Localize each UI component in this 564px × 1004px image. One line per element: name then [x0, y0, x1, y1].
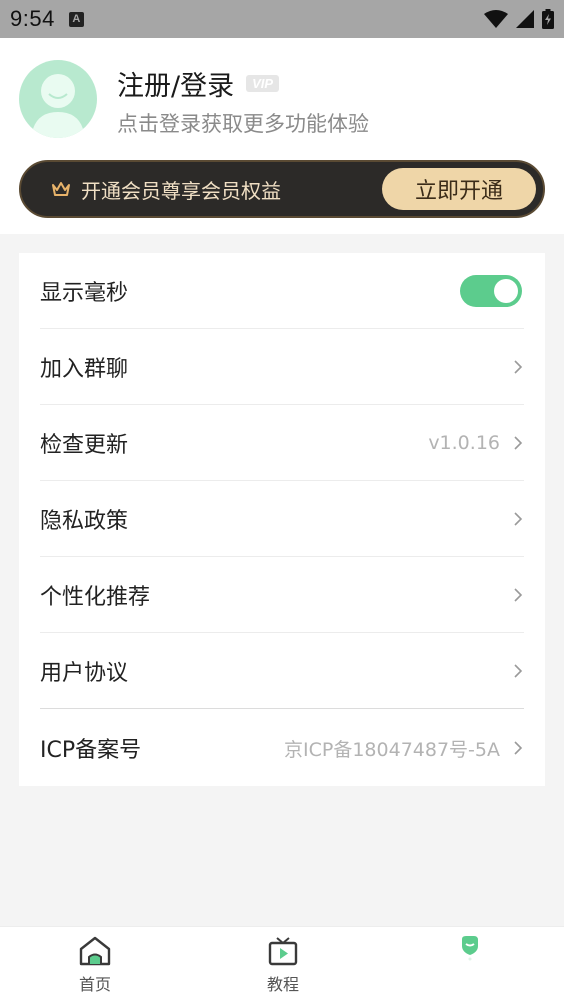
vip-badge: VIP — [246, 75, 280, 92]
status-icons — [484, 9, 554, 29]
settings-row-privacy[interactable]: 隐私政策 — [40, 481, 524, 557]
check-update-label: 检查更新 — [40, 433, 129, 458]
login-subtitle: 点击登录获取更多功能体验 — [117, 112, 369, 136]
settings-card: 显示毫秒 加入群聊 检查更新 v1.0.16 隐私政策 个性化推荐 用户协议 I… — [19, 253, 545, 786]
icp-label: ICP备案号 — [40, 738, 142, 763]
show-ms-label: 显示毫秒 — [40, 281, 129, 306]
battery-icon — [542, 9, 554, 29]
settings-row-user-agreement[interactable]: 用户协议 — [40, 633, 524, 709]
status-time: 9:54 — [10, 6, 55, 31]
profile-header: 注册/登录 VIP 点击登录获取更多功能体验 开通会员尊享会员权益 立即开通 — [0, 38, 564, 234]
toggle-knob — [494, 279, 518, 303]
home-icon — [79, 936, 111, 966]
status-bar: 9:54 A — [0, 0, 564, 38]
join-group-label: 加入群聊 — [40, 357, 129, 382]
show-ms-toggle[interactable] — [460, 275, 522, 307]
nav-tab-home[interactable]: 首页 — [35, 935, 155, 995]
nav-home-label: 首页 — [78, 975, 111, 994]
notification-icon: A — [68, 11, 84, 27]
settings-row-check-update[interactable]: 检查更新 v1.0.16 — [40, 405, 524, 481]
open-vip-button[interactable]: 立即开通 — [382, 168, 536, 210]
personalize-label: 个性化推荐 — [40, 585, 151, 610]
chevron-right-icon — [514, 436, 523, 450]
nav-tab-profile[interactable] — [410, 935, 530, 961]
icp-value: 京ICP备18047487号-5A — [284, 738, 500, 761]
chevron-right-icon — [514, 512, 523, 526]
nav-tab-tutorial[interactable]: 教程 — [223, 935, 343, 995]
chevron-right-icon — [514, 588, 523, 602]
version-value: v1.0.16 — [428, 432, 500, 454]
settings-row-icp[interactable]: ICP备案号 京ICP备18047487号-5A — [40, 710, 524, 786]
settings-row-show-ms: 显示毫秒 — [40, 253, 524, 329]
privacy-label: 隐私政策 — [40, 509, 129, 534]
divider — [40, 708, 524, 709]
chevron-right-icon — [514, 664, 523, 678]
crown-icon — [51, 179, 71, 199]
vip-banner-text: 开通会员尊享会员权益 — [81, 178, 281, 203]
signal-icon — [516, 10, 534, 28]
settings-row-join-group[interactable]: 加入群聊 — [40, 329, 524, 405]
vip-banner[interactable]: 开通会员尊享会员权益 立即开通 — [19, 160, 545, 218]
bottom-nav: 首页 教程 — [0, 926, 564, 1004]
profile-tab-icon — [462, 936, 478, 961]
settings-row-personalize[interactable]: 个性化推荐 — [40, 557, 524, 633]
chevron-right-icon — [514, 741, 523, 755]
nav-tutorial-label: 教程 — [266, 975, 299, 994]
wifi-icon — [484, 10, 508, 28]
login-register-label: 注册/登录 — [117, 71, 235, 102]
user-agreement-label: 用户协议 — [40, 661, 129, 686]
video-tutorial-icon — [268, 937, 298, 966]
default-avatar-icon — [31, 74, 85, 138]
avatar[interactable] — [19, 60, 97, 138]
login-register-link[interactable]: 注册/登录 VIP — [117, 64, 280, 103]
chevron-right-icon — [514, 360, 523, 374]
